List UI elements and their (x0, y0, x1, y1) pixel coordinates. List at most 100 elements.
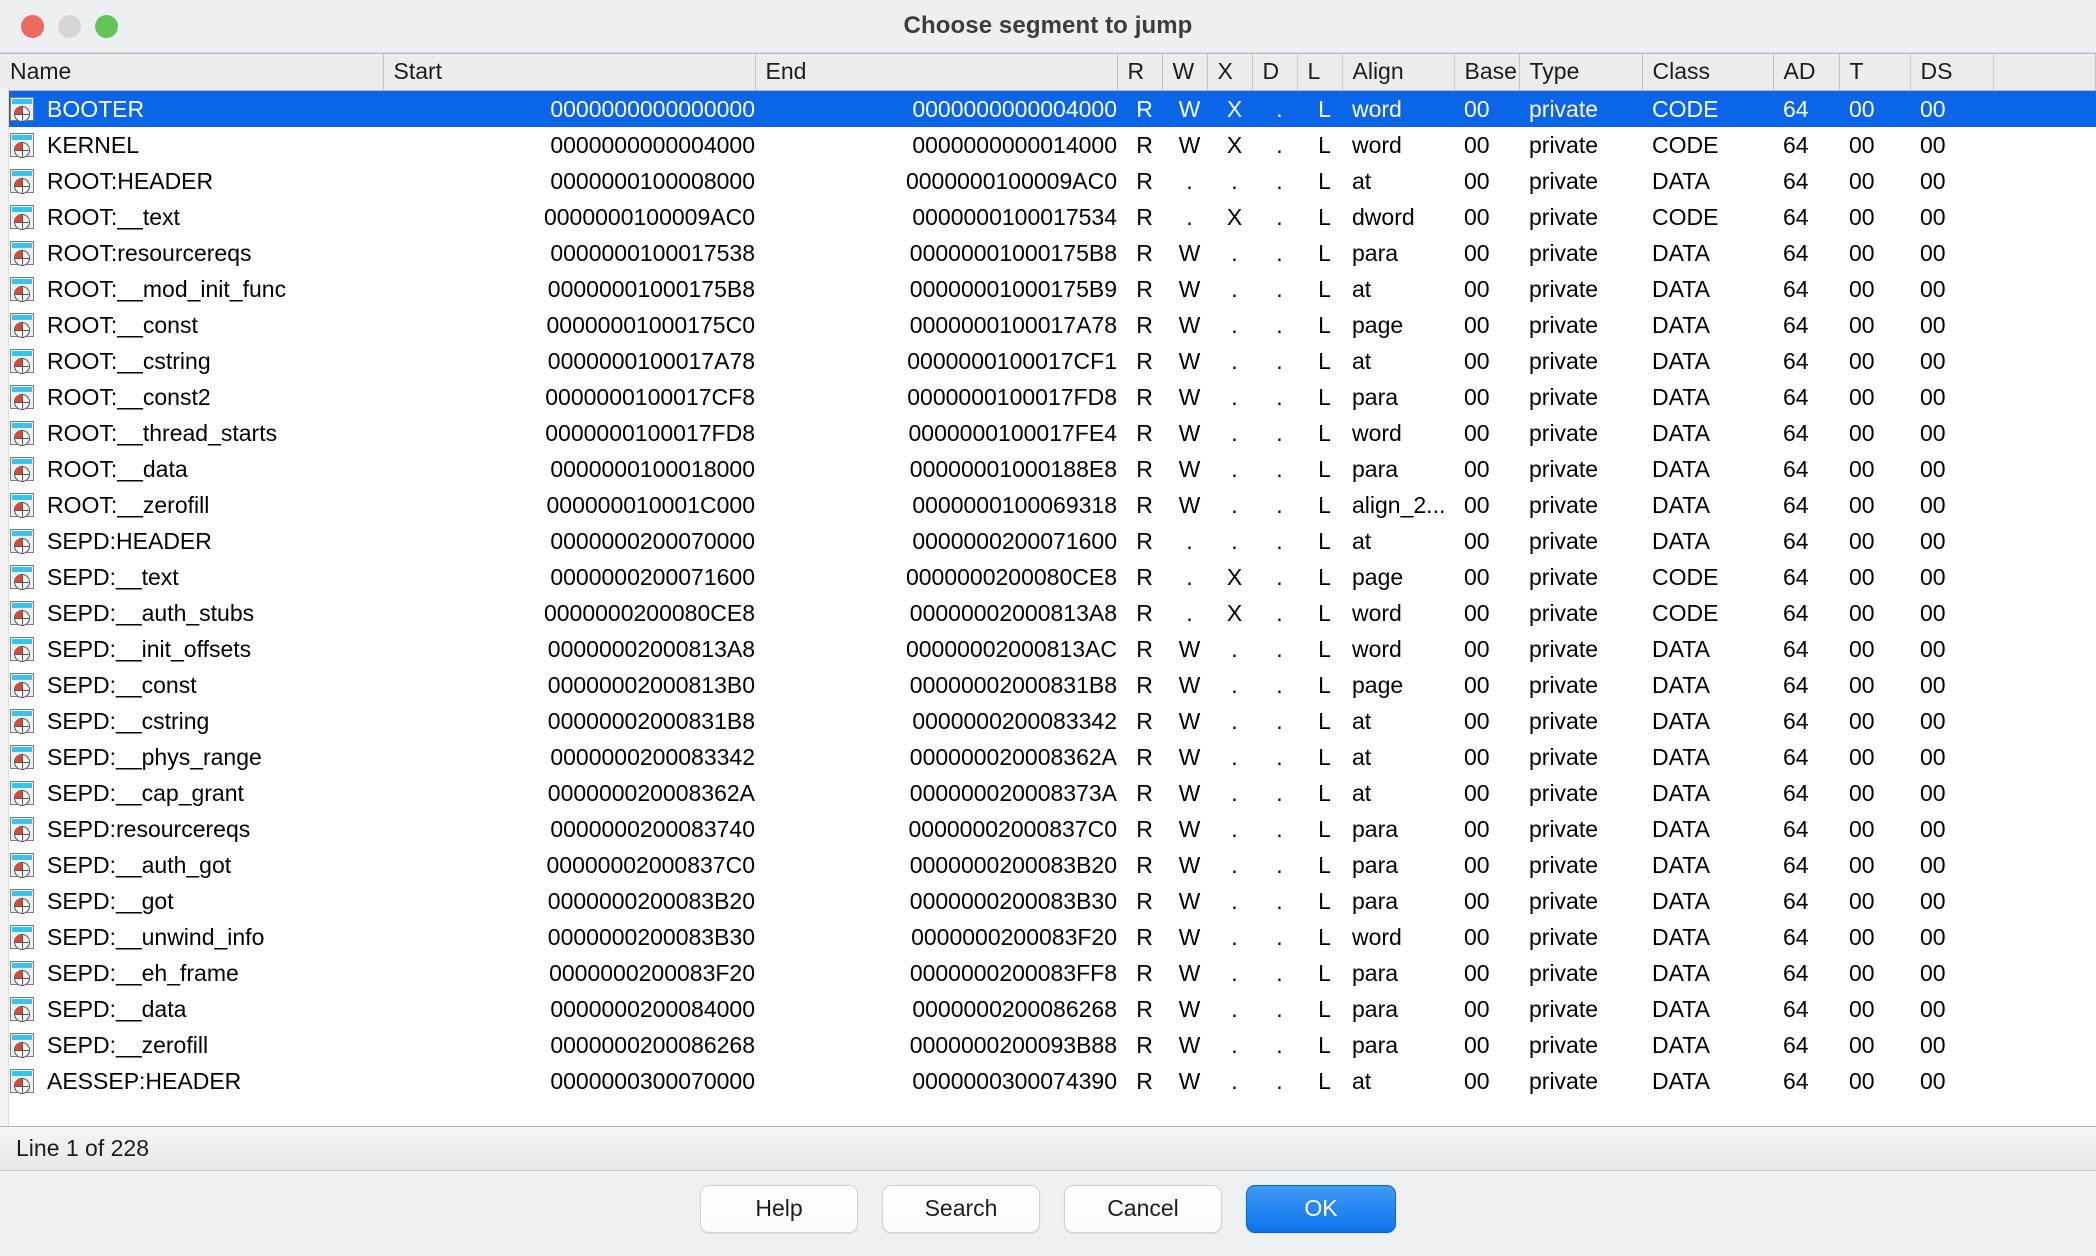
cell-d: . (1276, 348, 1283, 374)
column-header-type[interactable]: Type (1519, 54, 1643, 91)
table-row[interactable]: ROOT:__data 0000000100018000 0000000100018… (0, 451, 2096, 487)
cell-t: 00 (1839, 90, 1910, 127)
cell-class: DATA (1652, 636, 1710, 662)
table-row[interactable]: BOOTER 0000000000000000 0000000000004000 R W… (0, 90, 2096, 127)
cell-type: private (1529, 1068, 1599, 1094)
cancel-button[interactable]: Cancel (1064, 1184, 1222, 1233)
cell-r: R (1117, 90, 1162, 127)
cell-name: ROOT:HEADER (0, 163, 383, 199)
cell-filler (1993, 235, 2096, 271)
cell-d: . (1276, 492, 1283, 518)
cell-align: word (1352, 636, 1402, 662)
cell-filler (1993, 451, 2096, 487)
table-row[interactable]: SEPD:__auth_stubs 0000000200080CE8 0000000… (0, 595, 2096, 631)
table-row[interactable]: SEPD:__got 0000000200083B20 0000000200083B… (0, 883, 2096, 919)
cell-align: at (1352, 744, 1372, 770)
cell-base: 00 (1464, 420, 1490, 446)
cell-t: 00 (1849, 888, 1875, 914)
cell-name: ROOT:resourcereqs (0, 235, 383, 271)
table-row[interactable]: ROOT:__mod_init_func 00000001000175B8 0000… (0, 271, 2096, 307)
table-row[interactable]: KERNEL 0000000000004000 0000000000014000 R W… (0, 127, 2096, 163)
close-window-button[interactable] (21, 14, 44, 38)
segment-icon (10, 277, 34, 302)
table-row[interactable]: ROOT:__text 0000000100009AC0 0000000100017… (0, 199, 2096, 235)
ok-button[interactable]: OK (1246, 1184, 1396, 1233)
table-row[interactable]: ROOT:__thread_starts 0000000100017FD8 0000… (0, 415, 2096, 451)
column-header-l[interactable]: L (1297, 54, 1343, 91)
cell-class: CODE (1652, 204, 1719, 230)
table-row[interactable]: SEPD:__unwind_info 0000000200083B30 000000… (0, 919, 2096, 955)
cell-t: 00 (1849, 852, 1875, 878)
cell-d: . (1276, 780, 1283, 806)
cell-class: DATA (1652, 240, 1710, 266)
cell-start: 0000000100017CF8 (545, 384, 755, 410)
cell-w: W (1178, 636, 1201, 662)
column-header-base[interactable]: Base (1454, 54, 1520, 91)
cell-l: L (1318, 996, 1331, 1022)
table-row[interactable]: SEPD:__phys_range 0000000200083342 0000000… (0, 739, 2096, 775)
table-row[interactable]: ROOT:__cstring 0000000100017A78 0000000100… (0, 343, 2096, 379)
segment-name-label: SEPD:__auth_stubs (47, 600, 255, 626)
table-row[interactable]: SEPD:resourcereqs 0000000200083740 0000000… (0, 811, 2096, 847)
table-row[interactable]: SEPD:__text 0000000200071600 0000000200080… (0, 559, 2096, 595)
cell-filler (1993, 343, 2096, 379)
table-row[interactable]: SEPD:__auth_got 00000002000837C0 000000020… (0, 847, 2096, 883)
table-row[interactable]: SEPD:__cap_grant 000000020008362A 00000002… (0, 775, 2096, 811)
cell-start: 0000000200083740 (550, 816, 755, 842)
cell-class: CODE (1652, 132, 1719, 158)
table-row[interactable]: SEPD:__data 0000000200084000 0000000200086… (0, 991, 2096, 1027)
cell-type: private (1529, 708, 1599, 734)
cell-class: DATA (1652, 456, 1710, 482)
segment-icon (10, 241, 34, 266)
segment-list-container[interactable]: Name Start End R W X D L Align Base Type… (0, 53, 2096, 1127)
maximize-window-button[interactable] (95, 14, 118, 38)
column-header-align[interactable]: Align (1342, 54, 1455, 91)
cell-l: L (1318, 708, 1331, 734)
column-header-name[interactable]: Name (0, 54, 384, 91)
cell-base: 00 (1464, 168, 1490, 194)
cell-x: . (1231, 780, 1238, 806)
cell-start: 0000000100017A78 (547, 348, 755, 374)
cell-w: W (1178, 348, 1201, 374)
column-header-d[interactable]: D (1252, 54, 1298, 91)
cell-end: 00000002000813AC (905, 636, 1117, 662)
column-header-start[interactable]: Start (383, 54, 756, 91)
column-header-t[interactable]: T (1839, 54, 1911, 91)
table-row[interactable]: ROOT:__const2 0000000100017CF8 00000001000… (0, 379, 2096, 415)
table-row[interactable]: SEPD:__init_offsets 00000002000813A8 00000… (0, 631, 2096, 667)
table-row[interactable]: ROOT:__const 00000001000175C0 000000010001… (0, 307, 2096, 343)
table-row[interactable]: SEPD:__const 00000002000813B0 000000020008… (0, 667, 2096, 703)
search-button[interactable]: Search (882, 1184, 1040, 1233)
cell-name: SEPD:__cstring (0, 703, 383, 739)
cell-w: W (1178, 240, 1201, 266)
cell-ad: 64 (1783, 420, 1809, 446)
table-row[interactable]: SEPD:__cstring 00000002000831B8 0000000200… (0, 703, 2096, 739)
cell-ad: 64 (1783, 1032, 1809, 1058)
column-header-ds[interactable]: DS (1910, 54, 1994, 91)
column-header-x[interactable]: X (1207, 54, 1253, 91)
cell-start: 0000000200084000 (550, 996, 755, 1022)
help-button[interactable]: Help (700, 1184, 858, 1233)
column-header-w[interactable]: W (1162, 54, 1208, 91)
segment-icon (10, 97, 34, 122)
column-header-end[interactable]: End (755, 54, 1118, 91)
table-row[interactable]: ROOT:HEADER 0000000100008000 0000000100009… (0, 163, 2096, 199)
table-row[interactable]: ROOT:__zerofill 000000010001C000 000000010… (0, 487, 2096, 523)
minimize-window-button[interactable] (58, 14, 81, 38)
table-row[interactable]: AESSEP:HEADER 0000000300070000 00000003000… (0, 1063, 2096, 1099)
cell-r: R (1136, 168, 1153, 194)
table-row[interactable]: SEPD:__zerofill 0000000200086268 000000020… (0, 1027, 2096, 1063)
cell-start: 0000000200083342 (550, 744, 755, 770)
cell-ds: 00 (1920, 204, 1946, 230)
cell-l: L (1318, 564, 1331, 590)
column-header-class[interactable]: Class (1642, 54, 1774, 91)
table-row[interactable]: ROOT:resourcereqs 0000000100017538 0000000… (0, 235, 2096, 271)
cell-ds: 00 (1920, 888, 1946, 914)
table-row[interactable]: SEPD:HEADER 0000000200070000 0000000200071… (0, 523, 2096, 559)
segment-name-label: ROOT:resourcereqs (47, 240, 252, 266)
column-header-ad[interactable]: AD (1773, 54, 1840, 91)
cell-r: R (1136, 924, 1153, 950)
cell-ds: 00 (1920, 312, 1946, 338)
table-row[interactable]: SEPD:__eh_frame 0000000200083F20 000000020… (0, 955, 2096, 991)
column-header-r[interactable]: R (1117, 54, 1163, 91)
